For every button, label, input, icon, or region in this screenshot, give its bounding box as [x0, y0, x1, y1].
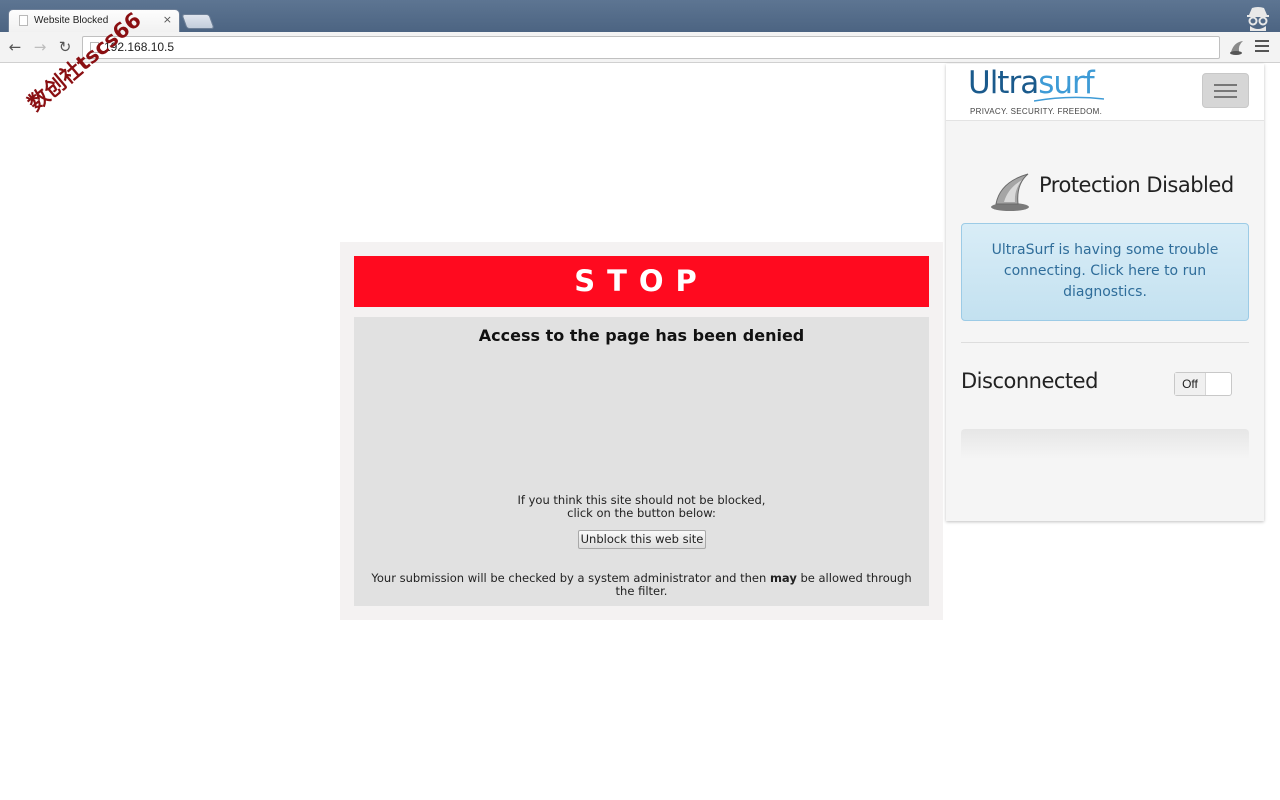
page-icon [19, 15, 28, 26]
back-button[interactable]: ← [6, 38, 24, 56]
submission-note: Your submission will be checked by a sys… [362, 572, 921, 598]
ultrasurf-wave-icon [991, 173, 1029, 211]
new-tab-button[interactable] [181, 14, 215, 29]
diagnostics-alert[interactable]: UltraSurf is having some trouble connect… [961, 223, 1249, 321]
logo-swoosh-icon [1034, 96, 1104, 102]
ultrasurf-extension-icon[interactable] [1228, 39, 1246, 57]
instructions-line-2: click on the button below: [567, 506, 716, 520]
connection-status: Disconnected [961, 369, 1098, 393]
unblock-button[interactable]: Unblock this web site [578, 530, 706, 549]
menu-icon[interactable] [1255, 40, 1269, 54]
menu-bar [1214, 84, 1237, 86]
logo-tagline: PRIVACY. SECURITY. FREEDOM. [970, 107, 1103, 116]
popup-divider [961, 342, 1249, 343]
denied-heading: Access to the page has been denied [478, 326, 805, 345]
popup-menu-button[interactable] [1202, 73, 1249, 108]
address-bar[interactable]: 192.168.10.5 [82, 36, 1220, 59]
ultrasurf-popup: Ultrasurf PRIVACY. SECURITY. FREEDOM. Pr… [946, 64, 1264, 521]
logo-ultra: Ultra [968, 65, 1039, 101]
connection-toggle[interactable]: Off [1174, 372, 1232, 396]
forward-button[interactable]: → [31, 38, 49, 56]
browser-titlebar: Website Blocked × [0, 0, 1280, 32]
block-message-panel: Access to the page has been denied If yo… [354, 317, 929, 606]
tab-close-icon[interactable]: × [163, 13, 172, 26]
stop-banner: STOP [354, 256, 929, 307]
browser-toolbar: ← → ↻ 192.168.10.5 [0, 32, 1280, 63]
submission-text-start: Your submission will be checked by a sys… [371, 571, 770, 585]
popup-header: Ultrasurf PRIVACY. SECURITY. FREEDOM. [946, 64, 1264, 121]
tab-website-blocked[interactable]: Website Blocked × [8, 9, 180, 32]
toggle-off-label: Off [1175, 373, 1206, 395]
protection-status: Protection Disabled [1039, 173, 1234, 197]
block-page: STOP Access to the page has been denied … [340, 242, 943, 620]
tab-title: Website Blocked [34, 15, 109, 26]
popup-bottom-well [961, 429, 1249, 459]
menu-bar [1214, 90, 1237, 92]
menu-bar [1214, 96, 1237, 98]
unblock-instructions: If you think this site should not be blo… [354, 494, 929, 520]
incognito-icon [1247, 7, 1269, 31]
submission-emphasis: may [769, 571, 797, 585]
